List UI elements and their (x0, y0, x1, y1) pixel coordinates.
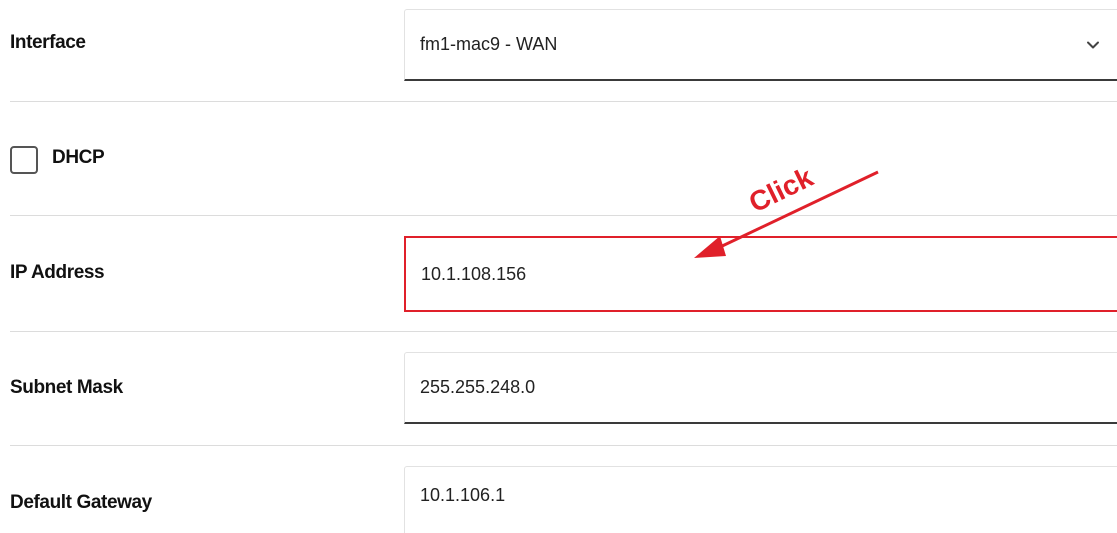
interface-select-value: fm1-mac9 - WAN (420, 34, 558, 54)
subnet-mask-value: 255.255.248.0 (420, 377, 536, 397)
default-gateway-value: 10.1.106.1 (420, 485, 506, 505)
interface-select[interactable]: fm1-mac9 - WAN (404, 9, 1117, 81)
interface-label: Interface (10, 32, 86, 53)
default-gateway-label: Default Gateway (10, 492, 152, 513)
ip-address-value: 10.1.108.156 (421, 263, 527, 284)
ip-address-input[interactable]: 10.1.108.156 (404, 236, 1117, 312)
chevron-down-icon[interactable] (1085, 37, 1101, 53)
divider (10, 101, 1117, 102)
divider (10, 445, 1117, 446)
dhcp-checkbox[interactable] (10, 146, 38, 174)
default-gateway-input[interactable]: 10.1.106.1 (404, 466, 1117, 533)
subnet-mask-label: Subnet Mask (10, 377, 123, 398)
network-config-form: Interface fm1-mac9 - WAN DHCP IP Address… (0, 0, 1117, 533)
divider (10, 215, 1117, 216)
dhcp-label: DHCP (52, 147, 105, 168)
subnet-mask-input[interactable]: 255.255.248.0 (404, 352, 1117, 424)
annotation-click-text: Click (744, 161, 818, 218)
divider (10, 331, 1117, 332)
ip-address-label: IP Address (10, 262, 105, 283)
